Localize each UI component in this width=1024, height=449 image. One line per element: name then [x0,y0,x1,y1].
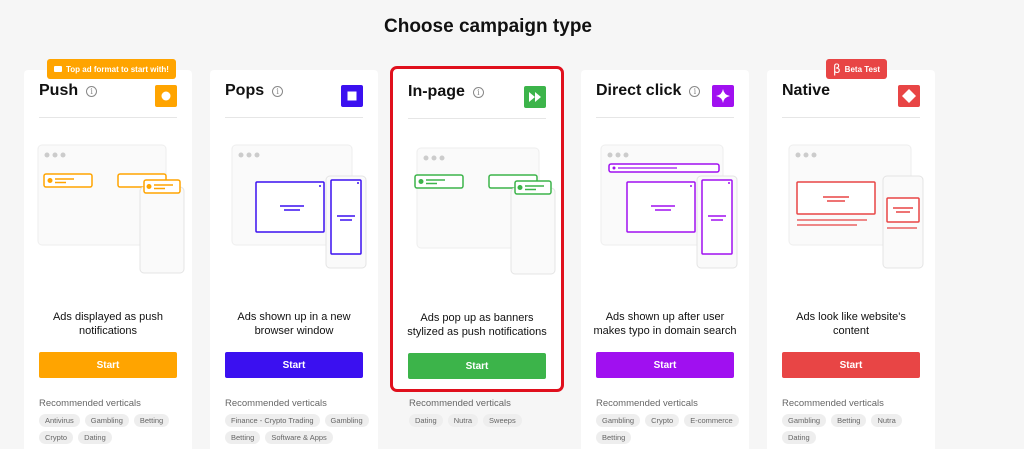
native-illustration [767,140,935,280]
card-description: Ads pop up as banners stylized as push n… [407,312,547,338]
card-description: Ads shown up in a new browser window [237,311,351,337]
vertical-tag: Crypto [39,431,74,444]
card-header: Native [782,82,920,118]
vertical-tag: Dating [782,431,816,444]
vertical-tag: Dating [409,414,443,427]
card-title: Push [39,82,79,99]
push-illustration [24,140,192,280]
badge-label: Top ad format to start with! [66,64,169,74]
vertical-tag: Nutra [871,414,902,427]
vertical-tag: Betting [133,414,170,427]
start-button[interactable]: Start [782,352,920,378]
card-description: Ads look like website's content [796,311,906,337]
vertical-tag: Betting [596,431,632,444]
card-direct-click[interactable]: Direct click i Ads shown up after user m… [581,70,749,449]
verticals-tags: Finance - Crypto Trading Gambling Bettin… [225,414,370,444]
vertical-tag: Gambling [782,414,827,427]
recommended-verticals-label: Recommended verticals [409,398,511,409]
recommended-verticals-label: Recommended verticals [39,398,141,409]
info-icon[interactable]: i [689,86,701,97]
recommended-verticals-label: Recommended verticals [225,398,327,409]
vertical-tag: Gambling [324,414,369,427]
vertical-tag: Betting [225,431,261,444]
card-push[interactable]: Push i Ads displayed as push notificatio… [24,70,192,449]
verticals-tags: Gambling Crypto E-commerce Betting [596,414,741,444]
pops-icon [341,85,363,107]
info-icon[interactable]: i [472,87,484,98]
vertical-tag: Gambling [596,414,641,427]
card-title: Direct click [596,82,682,99]
top-format-badge: Top ad format to start with! [47,59,176,79]
page-title: Choose campaign type [384,16,592,37]
vertical-tag: E-commerce [684,414,739,427]
card-pops[interactable]: Pops i Ads shown up in a new browser win… [210,70,378,449]
in-page-illustration [393,143,561,283]
start-button[interactable]: Start [225,352,363,378]
badge-label: Beta Test [844,64,881,74]
push-icon [155,85,177,107]
card-title: In-page [408,83,465,100]
card-title: Pops [225,82,265,99]
info-icon[interactable]: i [86,86,98,97]
recommended-verticals-label: Recommended verticals [596,398,698,409]
start-button[interactable]: Start [596,352,734,378]
card-header: Pops i [225,82,363,118]
card-header: Direct click i [596,82,734,118]
verticals-tags: Antivirus Gambling Betting Crypto Dating [39,414,184,444]
ticket-icon [54,66,62,72]
vertical-tag: Antivirus [39,414,80,427]
campaign-type-page: Choose campaign type Push i Ads displaye… [0,0,1024,449]
beta-icon: β [833,62,841,76]
sparkle-icon [712,85,734,107]
vertical-tag: Betting [831,414,867,427]
vertical-tag: Finance - Crypto Trading [225,414,320,427]
in-page-verticals: Recommended verticals Dating Nutra Sweep… [393,390,561,449]
fast-forward-icon [524,86,546,108]
card-in-page[interactable]: In-page i Ads pop up as banners stylized… [390,66,564,392]
beta-badge: β Beta Test [826,59,888,79]
verticals-tags: Gambling Betting Nutra Dating [782,414,927,444]
vertical-tag: Dating [78,431,112,444]
vertical-tag: Nutra [447,414,479,427]
start-button[interactable]: Start [408,353,546,379]
card-description: Ads displayed as push notifications [52,311,164,337]
vertical-tag: Crypto [645,414,680,427]
verticals-tags: Dating Nutra Sweeps [409,414,553,427]
recommended-verticals-label: Recommended verticals [782,398,884,409]
direct-click-illustration [581,140,749,280]
card-header: Push i [39,82,177,118]
info-icon[interactable]: i [272,86,284,97]
card-title: Native [782,82,831,99]
vertical-tag: Gambling [84,414,129,427]
diamond-icon [898,85,920,107]
card-description: Ads shown up after user makes typo in do… [593,311,737,337]
vertical-tag: Software & Apps [265,431,333,444]
vertical-tag: Sweeps [483,414,522,427]
pops-illustration [210,140,378,280]
card-native[interactable]: Native Ads look like website's content S… [767,70,935,449]
start-button[interactable]: Start [39,352,177,378]
card-header: In-page i [408,83,546,119]
